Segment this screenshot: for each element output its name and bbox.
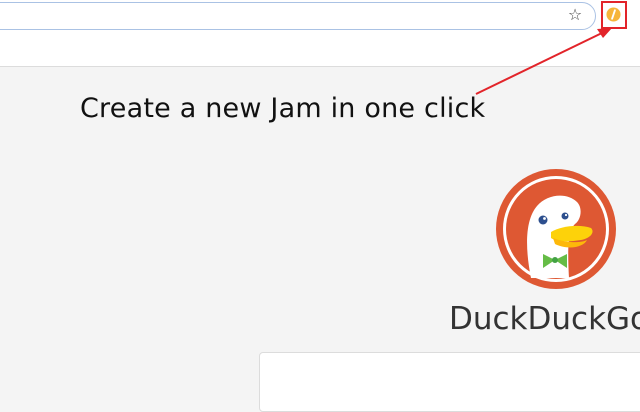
annotation-caption: Create a new Jam in one click xyxy=(80,93,486,124)
duckduckgo-logo-icon xyxy=(496,169,616,289)
browser-toolbar: ☆ xyxy=(0,0,640,32)
jam-extension-icon[interactable] xyxy=(606,7,621,22)
address-bar[interactable] xyxy=(0,2,596,30)
star-icon[interactable]: ☆ xyxy=(566,6,584,24)
browser-bookmarks-area xyxy=(0,32,640,67)
search-input[interactable] xyxy=(259,352,640,412)
brand-name: DuckDuckGo xyxy=(449,301,640,337)
